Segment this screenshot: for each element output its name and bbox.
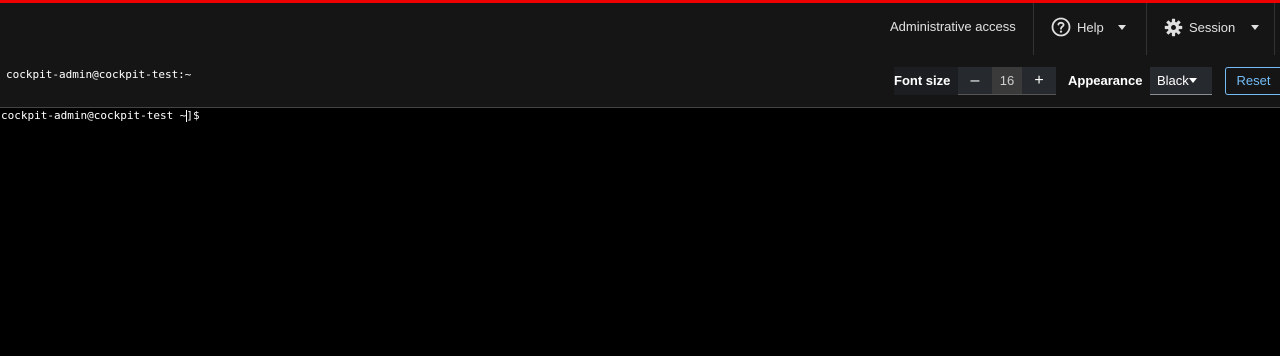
font-size-label: Font size — [894, 67, 958, 95]
font-size-decrease-button[interactable]: – — [958, 67, 992, 95]
font-size-increase-button[interactable]: + — [1022, 67, 1056, 95]
terminal-screen[interactable]: cockpit-admin@cockpit-test ~]$ — [0, 108, 1280, 356]
appearance-value: Black — [1157, 73, 1189, 88]
masthead: Administrative access Help Session — [0, 3, 1280, 55]
terminal-prompt-line: cockpit-admin@cockpit-test ~]$ — [1, 109, 200, 122]
reset-button[interactable]: Reset — [1225, 67, 1280, 95]
appearance-label: Appearance — [1068, 73, 1143, 88]
masthead-divider — [1274, 3, 1275, 55]
chevron-down-icon — [1251, 24, 1260, 30]
masthead-divider — [1033, 3, 1034, 55]
administrative-access-indicator[interactable]: Administrative access — [890, 3, 1016, 55]
gear-icon — [1164, 18, 1183, 37]
help-label: Help — [1077, 19, 1104, 35]
session-label: Session — [1189, 19, 1236, 35]
font-size-value[interactable]: 16 — [992, 67, 1022, 95]
help-menu-toggle[interactable]: Help — [1051, 3, 1126, 51]
caret-down-icon — [1189, 78, 1197, 83]
question-circle-icon — [1051, 17, 1071, 37]
masthead-divider — [1146, 3, 1147, 55]
chevron-down-icon — [1117, 24, 1126, 30]
terminal-cursor — [186, 110, 187, 122]
appearance-select[interactable]: Black — [1150, 67, 1212, 95]
terminal-title: cockpit-admin@cockpit-test:~ — [6, 68, 192, 81]
terminal-toolbar: cockpit-admin@cockpit-test:~ Font size –… — [0, 55, 1280, 108]
session-menu-toggle[interactable]: Session — [1164, 3, 1260, 51]
